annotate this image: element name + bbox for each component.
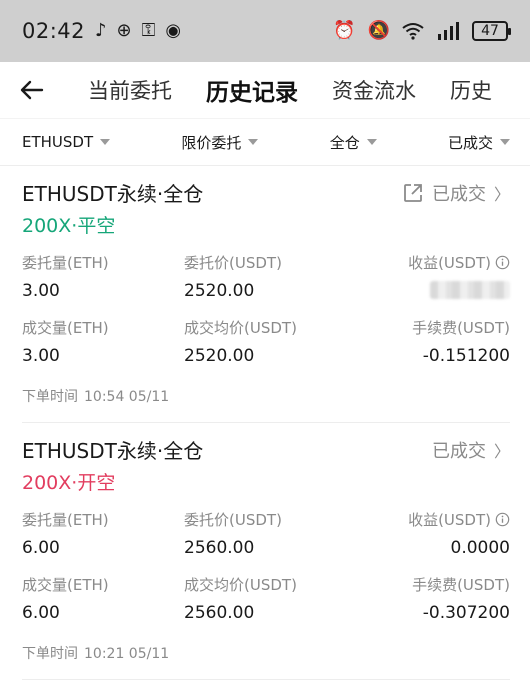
battery-level: 47: [481, 23, 499, 39]
share-external-icon[interactable]: [402, 182, 424, 204]
alarm-icon: ⏰: [333, 20, 356, 41]
info-icon[interactable]: [495, 512, 510, 527]
filter-status-label: 已成交: [447, 133, 493, 152]
pnl-label-row: 收益(USDT): [408, 252, 510, 273]
fee-value: -0.151200: [422, 346, 510, 366]
fee-label: 手续费(USDT): [412, 576, 510, 594]
order-side: 200X·平空: [22, 215, 116, 237]
filled-label: 成交量(ETH): [22, 576, 109, 594]
order-time: 下单时间 10:54 05/11: [22, 386, 510, 423]
filter-status[interactable]: 已成交: [448, 132, 510, 153]
price-label: 委托价(USDT): [184, 254, 282, 272]
caret-down-icon: [499, 139, 510, 145]
filled-value: 3.00: [22, 346, 60, 366]
tab-history[interactable]: 历史记录: [206, 73, 298, 107]
clock: 02:42: [22, 19, 86, 43]
app-notification-icon: ⊕: [116, 20, 132, 41]
redacted-value: [430, 281, 510, 299]
fee-label: 手续费(USDT): [412, 319, 510, 337]
caret-down-icon: [366, 139, 377, 145]
pnl-label: 收益(USDT): [408, 511, 491, 529]
filter-order-type[interactable]: 限价委托: [181, 132, 259, 153]
order-title: ETHUSDT永续·全仓: [22, 182, 204, 206]
chevron-right-icon: 〉: [493, 442, 510, 461]
order-time-label: 下单时间: [22, 389, 78, 405]
tiktok-icon: ♪: [95, 20, 107, 41]
order-status[interactable]: 已成交: [432, 437, 486, 463]
filter-margin-mode-label: 全仓: [329, 133, 360, 152]
back-arrow-icon[interactable]: [18, 76, 46, 104]
order-title: ETHUSDT永续·全仓: [22, 439, 204, 463]
filter-symbol[interactable]: ETHUSDT: [22, 133, 111, 151]
filter-bar: ETHUSDT 限价委托 全仓 已成交: [0, 118, 530, 166]
qty-value: 6.00: [22, 538, 60, 558]
record-tabs: 当前委托 历史记录 资金流水 历史: [0, 62, 530, 118]
qty-label: 委托量(ETH): [22, 254, 109, 272]
order-time-value: 10:21 05/11: [84, 646, 170, 662]
pnl-value-hidden: [347, 281, 510, 303]
order-side: 200X·开空: [22, 472, 116, 494]
avg-price-value: 2520.00: [184, 346, 255, 366]
order-card[interactable]: ETHUSDT永续·全仓 200X·开空 已成交 〉 委托量(ETH) 6.00…: [0, 423, 530, 680]
tab-funding-flow[interactable]: 资金流水: [332, 75, 416, 105]
info-icon[interactable]: [495, 255, 510, 270]
order-time: 下单时间 10:21 05/11: [22, 643, 510, 680]
filled-label: 成交量(ETH): [22, 319, 109, 337]
price-value: 2520.00: [184, 281, 255, 301]
key-icon: ⚿: [141, 20, 156, 41]
signal-icon: [438, 22, 459, 40]
qty-value: 3.00: [22, 281, 60, 301]
battery-indicator: 47: [472, 21, 511, 41]
fee-value: -0.307200: [422, 603, 510, 623]
chevron-right-icon: 〉: [493, 185, 510, 204]
avg-price-value: 2560.00: [184, 603, 255, 623]
avg-price-label: 成交均价(USDT): [184, 319, 297, 337]
pnl-label: 收益(USDT): [408, 254, 491, 272]
status-bar: 02:42 ♪ ⊕ ⚿ ◉ ⏰ 🔕 47: [0, 0, 530, 62]
wifi-icon: [402, 23, 424, 40]
pnl-label-row: 收益(USDT): [408, 509, 510, 530]
eye-icon: ◉: [165, 20, 182, 41]
order-time-value: 10:54 05/11: [84, 389, 170, 405]
pnl-value: 0.0000: [450, 538, 510, 558]
tab-history-more[interactable]: 历史: [450, 75, 492, 105]
price-value: 2560.00: [184, 538, 255, 558]
caret-down-icon: [100, 139, 111, 145]
caret-down-icon: [248, 139, 259, 145]
price-label: 委托价(USDT): [184, 511, 282, 529]
filter-symbol-label: ETHUSDT: [22, 133, 94, 151]
order-time-label: 下单时间: [22, 646, 78, 662]
qty-label: 委托量(ETH): [22, 511, 109, 529]
order-status[interactable]: 已成交: [432, 180, 486, 206]
avg-price-label: 成交均价(USDT): [184, 576, 297, 594]
filter-margin-mode[interactable]: 全仓: [330, 132, 377, 153]
filled-value: 6.00: [22, 603, 60, 623]
tab-current-orders[interactable]: 当前委托: [88, 75, 172, 105]
mute-icon: 🔕: [367, 20, 390, 41]
order-card[interactable]: ETHUSDT永续·全仓 200X·平空 已成交 〉 委托量(ETH) 3.00…: [0, 166, 530, 423]
filter-order-type-label: 限价委托: [181, 133, 242, 152]
